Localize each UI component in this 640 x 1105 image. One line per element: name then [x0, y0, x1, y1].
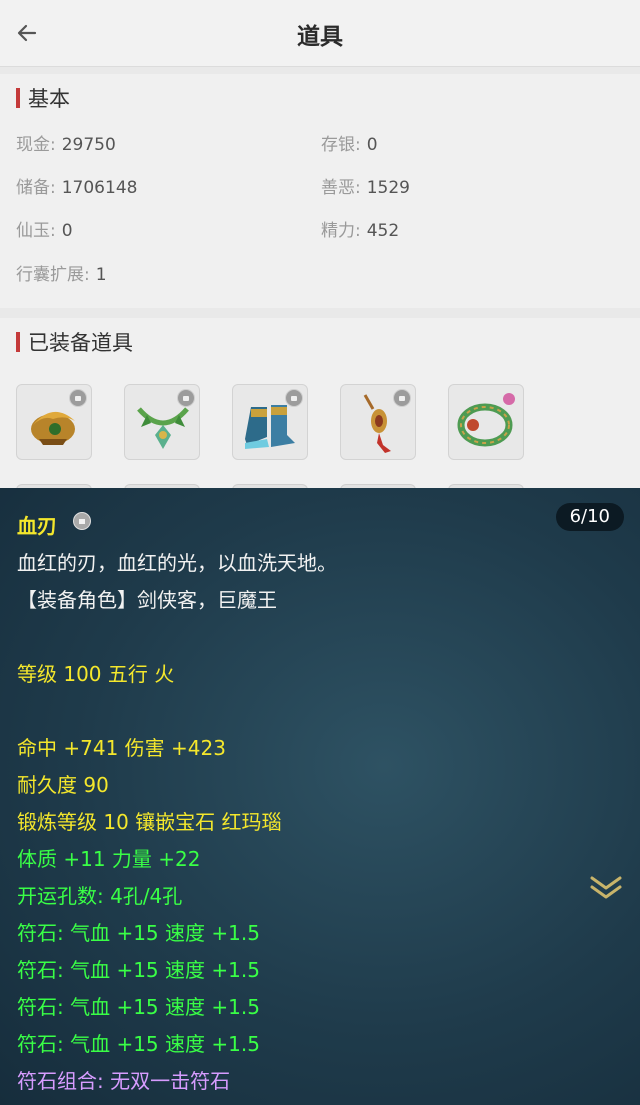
section-accent-bar	[16, 88, 20, 108]
field-label: 精力:	[321, 221, 361, 241]
item-detail-panel[interactable]: 血刃 6/10 血红的刃，血红的光，以血洗天地。 【装备角色】剑侠客，巨魔王 等…	[0, 488, 640, 1105]
equip-slot-4[interactable]	[340, 384, 416, 460]
field-value: 0	[366, 135, 378, 155]
field-value: 1	[95, 265, 107, 285]
field-value: 452	[366, 221, 400, 241]
item-holes: 开运孔数: 4孔/4孔	[17, 884, 183, 908]
item-rune-combo: 符石组合: 无双一击符石	[17, 1069, 231, 1093]
equip-slot-5[interactable]	[448, 384, 524, 460]
item-description: 血红的刃，血红的光，以血洗天地。	[17, 551, 337, 575]
field-label: 现金:	[16, 135, 56, 155]
item-rune: 符石: 气血 +15 速度 +1.5	[17, 995, 260, 1019]
equip-slot-3[interactable]	[232, 384, 308, 460]
field-label: 行囊扩展:	[16, 265, 90, 285]
field-label: 储备:	[16, 178, 56, 198]
item-rune: 符石: 气血 +15 速度 +1.5	[17, 1032, 260, 1056]
field-karma: 善恶: 1529	[321, 173, 410, 198]
field-bag-expansion: 行囊扩展: 1	[16, 260, 107, 285]
double-chevron-down-icon[interactable]	[588, 872, 624, 902]
field-value: 1529	[366, 178, 410, 198]
field-reserve: 储备: 1706148	[16, 173, 137, 198]
item-attack: 命中 +741 伤害 +423	[17, 736, 226, 760]
item-forge: 锻炼等级 10 镶嵌宝石 红玛瑙	[17, 810, 282, 834]
top-bar: 道具	[0, 0, 640, 67]
page-title: 道具	[297, 24, 343, 50]
lock-icon	[393, 389, 411, 407]
field-jade: 仙玉: 0	[16, 216, 73, 241]
item-rune: 符石: 气血 +15 速度 +1.5	[17, 958, 260, 982]
item-durability: 耐久度 90	[17, 773, 109, 797]
basic-section: 基本 现金: 29750 存银: 0 储备: 1706148 善恶: 1529 仙玉: 0…	[0, 74, 640, 308]
field-value: 29750	[61, 135, 116, 155]
jade-bracelet-icon	[457, 393, 515, 447]
item-rune: 符石: 气血 +15 速度 +1.5	[17, 921, 260, 945]
lock-icon	[285, 389, 303, 407]
field-label: 存银:	[321, 135, 361, 155]
equip-slot-2[interactable]	[124, 384, 200, 460]
lock-icon	[73, 512, 91, 530]
item-roles: 【装备角色】剑侠客，巨魔王	[17, 588, 277, 612]
equipped-section-header: 已装备道具	[16, 330, 133, 355]
section-accent-bar	[16, 332, 20, 352]
item-bonus: 体质 +11 力量 +22	[17, 847, 201, 871]
equip-slot-1[interactable]	[16, 384, 92, 460]
basic-section-title: 基本	[28, 87, 70, 111]
field-label: 仙玉:	[16, 221, 56, 241]
field-value: 1706148	[61, 178, 138, 198]
field-value: 0	[61, 221, 73, 241]
item-name: 血刃	[17, 514, 57, 538]
equipped-section-title: 已装备道具	[28, 331, 133, 355]
equipped-section: 已装备道具	[0, 318, 640, 508]
item-counter-badge: 6/10	[555, 503, 624, 531]
lock-icon	[69, 389, 87, 407]
field-savings: 存银: 0	[321, 130, 378, 155]
basic-section-header: 基本	[16, 86, 70, 111]
lock-icon	[177, 389, 195, 407]
field-label: 善恶:	[321, 178, 361, 198]
item-level: 等级 100 五行 火	[17, 662, 175, 686]
field-cash: 现金: 29750	[16, 130, 116, 155]
field-energy: 精力: 452	[321, 216, 399, 241]
